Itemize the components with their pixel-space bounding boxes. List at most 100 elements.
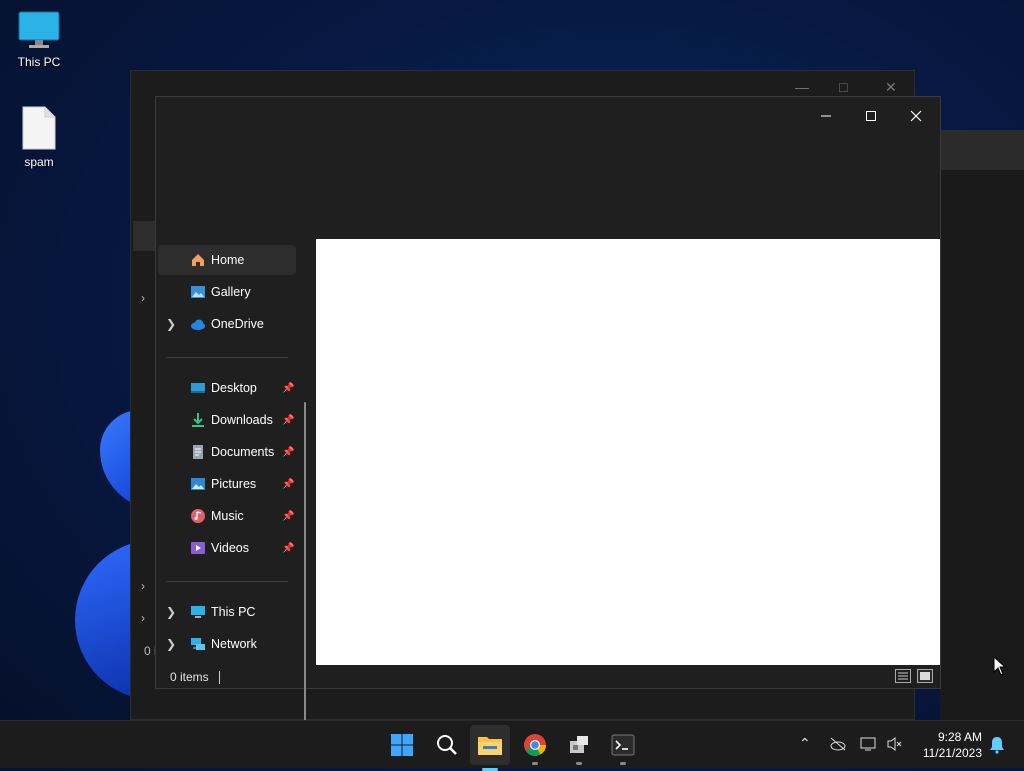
minimize-icon [821,115,831,117]
taskbar-file-explorer[interactable] [470,725,510,771]
nav-item-label: Gallery [211,285,251,299]
pin-icon[interactable]: 📌 [282,447,294,458]
file-icon [22,106,56,150]
nav-item-label: This PC [211,605,256,619]
background-window-strip [940,130,1024,170]
onedrive-offline-icon[interactable] [829,737,847,751]
taskbar: ⌃ 9:28 AM 11/21/2023 [0,720,1024,771]
videos-icon [191,542,205,554]
monitor-icon [18,11,60,48]
close-icon [910,110,922,122]
maximize-icon [866,111,876,121]
pin-icon[interactable]: 📌 [282,415,294,426]
chevron-right-icon[interactable]: ❯ [166,637,176,651]
home-icon [192,254,204,266]
app-installer-icon [570,736,588,753]
file-explorer-window[interactable]: Home Gallery ❯ OneDrive Desktop 📌 Downlo… [155,96,941,762]
tiles-view-button[interactable] [917,669,933,683]
start-button[interactable] [388,731,416,759]
desktop-icon-label: This PC [17,55,61,69]
status-bar: 0 items [170,670,220,685]
clock[interactable]: 9:28 AM 11/21/2023 [923,729,982,761]
pin-icon[interactable]: 📌 [282,383,294,394]
network-status-icon[interactable] [860,736,878,752]
running-indicator [532,762,538,765]
pin-icon[interactable]: 📌 [282,543,294,554]
chevron-up-icon[interactable]: ⌃ [799,735,811,752]
nav-item-this-pc[interactable]: ❯ This PC [158,597,296,627]
desktop-icon-this-pc[interactable]: This PC [7,10,71,69]
taskbar-terminal[interactable] [609,731,637,765]
details-view-button[interactable] [895,669,911,683]
chevron-right-icon[interactable]: › [141,579,145,593]
nav-item-label: Documents [211,445,275,459]
details-view-icon [898,672,908,680]
gallery-icon [191,286,205,298]
this-pc-icon [191,606,205,618]
nav-item-home[interactable]: Home [158,245,296,275]
file-list-area[interactable] [316,239,940,665]
nav-divider [166,357,288,358]
nav-item-music[interactable]: Music 📌 [158,501,296,531]
taskbar-app-installer[interactable] [565,731,593,765]
nav-item-label: Home [211,253,245,267]
start-icon [391,734,413,756]
close-button[interactable] [894,103,938,129]
nav-item-label: Network [211,637,257,651]
status-divider [218,671,220,685]
nav-item-downloads[interactable]: Downloads 📌 [158,405,296,435]
nav-item-desktop[interactable]: Desktop 📌 [158,373,296,403]
file-explorer-icon [478,737,502,755]
volume-muted-icon[interactable] [886,736,904,752]
running-indicator [576,762,582,765]
background-window-pane [940,130,1024,720]
chevron-right-icon[interactable]: ❯ [166,317,176,331]
music-icon [191,509,205,523]
nav-item-gallery[interactable]: Gallery [158,277,296,307]
minimize-icon[interactable]: — [795,79,809,95]
nav-scrollbar[interactable] [304,402,306,762]
desktop-icon-label: spam [24,155,54,169]
minimize-button[interactable] [804,103,848,129]
network-icon [191,638,205,650]
nav-item-documents[interactable]: Documents 📌 [158,437,296,467]
nav-item-videos[interactable]: Videos 📌 [158,533,296,563]
maximize-icon[interactable]: □ [839,79,847,95]
navigation-pane[interactable]: Home Gallery ❯ OneDrive Desktop 📌 Downlo… [158,242,310,762]
nav-divider [166,581,288,582]
nav-item-label: Videos [211,541,249,555]
item-count: 0 items [170,670,209,684]
tiles-view-icon [920,672,930,680]
notification-bell-icon[interactable] [989,736,1005,754]
close-icon[interactable]: ✕ [885,79,897,96]
nav-item-label: Downloads [211,413,273,427]
nav-item-label: Pictures [211,477,257,491]
documents-icon [193,445,203,459]
clock-date: 11/21/2023 [922,746,982,760]
mouse-cursor-icon [993,656,1007,676]
search-button[interactable] [433,731,461,759]
nav-item-label: Desktop [211,381,257,395]
downloads-icon [192,413,204,427]
chevron-right-icon[interactable]: › [141,291,145,305]
nav-item-network[interactable]: ❯ Network [158,629,296,659]
maximize-button[interactable] [849,103,893,129]
pin-icon[interactable]: 📌 [282,511,294,522]
chevron-right-icon[interactable]: › [141,611,145,625]
pin-icon[interactable]: 📌 [282,479,294,490]
clock-time: 9:28 AM [937,730,982,744]
nav-item-label: OneDrive [211,317,264,331]
nav-item-onedrive[interactable]: ❯ OneDrive [158,309,296,339]
nav-item-pictures[interactable]: Pictures 📌 [158,469,296,499]
running-indicator [620,762,626,765]
nav-item-label: Music [211,509,244,523]
onedrive-icon [191,319,205,330]
chevron-right-icon[interactable]: ❯ [166,605,176,619]
desktop-folder-icon [191,383,205,393]
background-nav-selection [133,221,157,251]
terminal-icon [611,734,635,756]
desktop-icon-spam[interactable]: spam [7,106,71,169]
taskbar-chrome[interactable] [521,731,549,765]
pictures-icon [191,478,205,490]
chrome-icon [524,734,546,756]
